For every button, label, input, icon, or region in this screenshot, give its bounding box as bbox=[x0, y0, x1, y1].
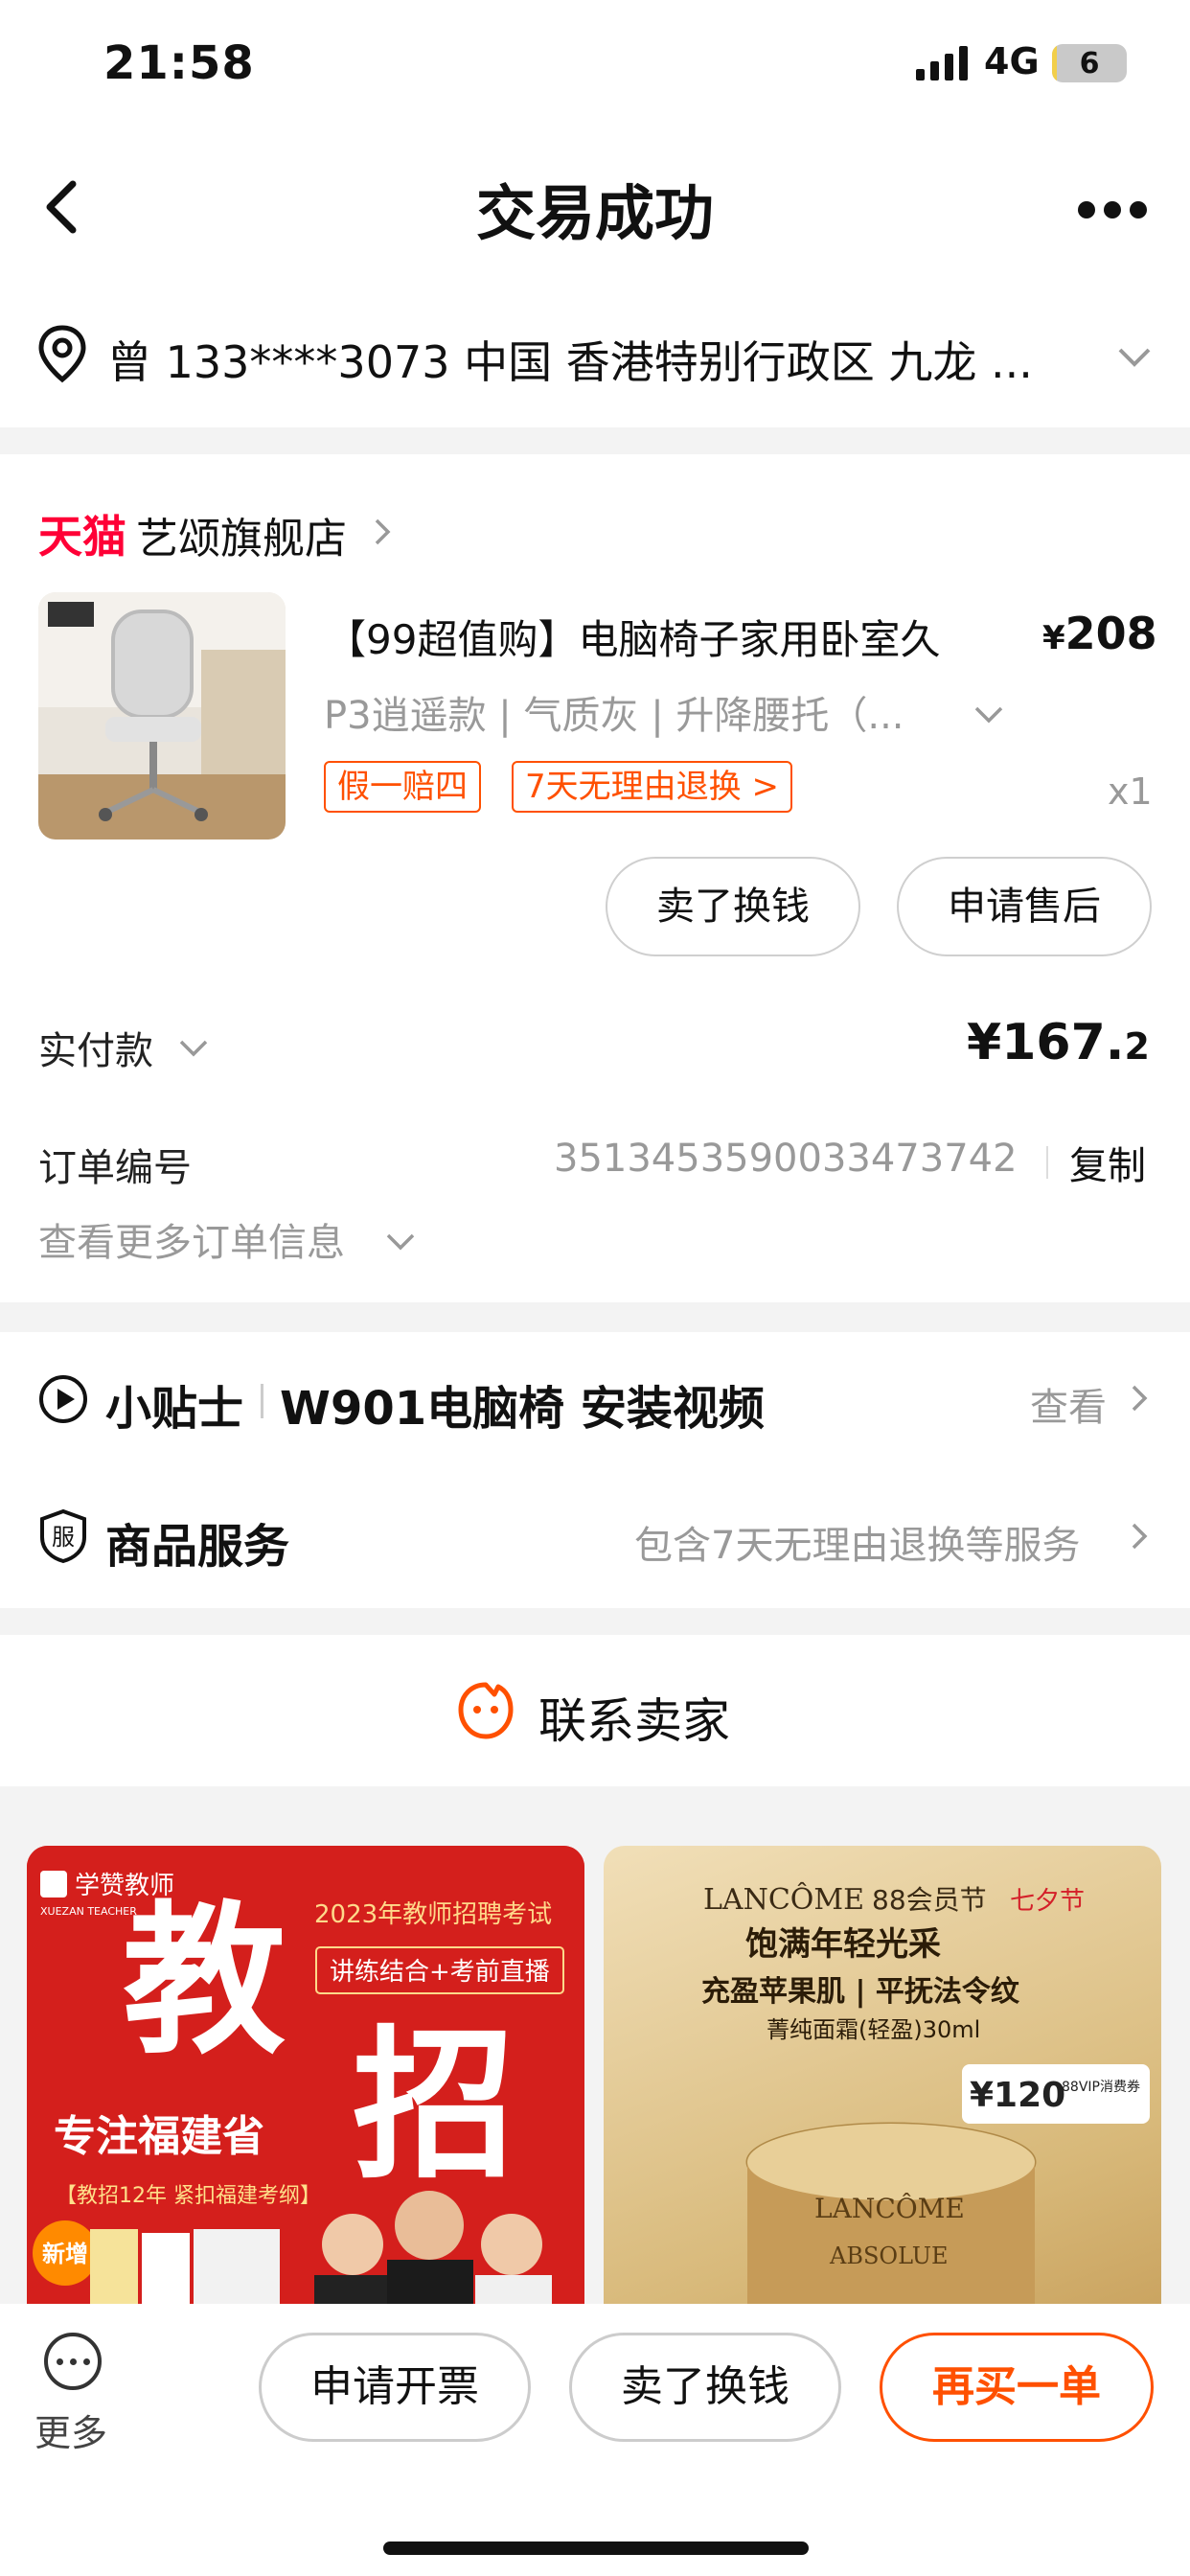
contact-seller-label: 联系卖家 bbox=[538, 1693, 730, 1749]
paid-amount-decimal: 2 bbox=[1124, 1025, 1150, 1068]
ad-card-lancome[interactable]: LANCÔME 88会员节 七夕节 饱满年轻光采 充盈苹果肌 | 平抚法令纹 菁… bbox=[604, 1846, 1161, 2325]
home-indicator bbox=[383, 2542, 809, 2555]
ad-lancome-line3: 菁纯面霜(轻盈)30ml bbox=[767, 2016, 980, 2043]
buy-again-button[interactable]: 再买一单 bbox=[880, 2333, 1154, 2442]
order-card: 天猫 艺颂旗舰店 【99超值购】电脑椅子家用卧室久 ¥208 P3逍遥款 | 气… bbox=[0, 454, 1190, 1302]
location-pin-icon bbox=[38, 325, 86, 383]
divider bbox=[261, 1384, 263, 1418]
seller-chat-icon bbox=[458, 1682, 514, 1739]
product-price: ¥208 bbox=[1042, 608, 1157, 659]
ad-lancome-event: 88会员节 bbox=[872, 1884, 987, 1916]
play-icon bbox=[39, 1375, 87, 1423]
sell-again-button[interactable]: 卖了换钱 bbox=[569, 2333, 841, 2442]
chevron-right-icon bbox=[1132, 1523, 1148, 1550]
chevron-right-icon bbox=[1132, 1385, 1148, 1412]
contact-seller-button[interactable]: 联系卖家 bbox=[0, 1635, 1190, 1786]
more-icon[interactable] bbox=[44, 2333, 102, 2390]
ad-lancome-jar-name: ABSOLUE bbox=[829, 2242, 948, 2269]
tips-label: 小贴士 bbox=[105, 1382, 244, 1436]
ad-big-char-2: 招 bbox=[353, 2010, 515, 2201]
address-text: 曾 133****3073 中国 香港特别行政区 九龙 ... bbox=[107, 336, 1033, 388]
network-type: 4G bbox=[984, 40, 1040, 82]
ad-lancome-coupon: ¥120 bbox=[970, 2076, 1065, 2115]
paid-currency: ¥ bbox=[967, 1014, 1002, 1071]
product-sku[interactable]: P3逍遥款 | 气质灰 | 升降腰托（... bbox=[324, 684, 904, 740]
view-tips-link[interactable]: 查看 bbox=[1030, 1376, 1107, 1432]
sell-button[interactable]: 卖了换钱 bbox=[606, 857, 860, 956]
chevron-down-icon bbox=[386, 1233, 415, 1251]
ad-card-teacher-exam[interactable]: 学赞教师 XUEZAN TEACHER 2023年教师招聘考试 讲练结合+考前直… bbox=[27, 1846, 584, 2325]
ad-lancome-coupon-note: 88VIP消费券 bbox=[1062, 2080, 1140, 2095]
order-number: 3513453590033473742 bbox=[554, 1137, 1018, 1181]
divider bbox=[1046, 1146, 1048, 1179]
ad-badge: 讲练结合+考前直播 bbox=[330, 1958, 550, 1987]
ad-lancome-line2: 充盈苹果肌 | 平抚法令纹 bbox=[701, 1975, 1020, 2009]
ad-lancome-line1: 饱满年轻光采 bbox=[745, 1925, 941, 1964]
product-thumbnail[interactable] bbox=[38, 592, 286, 840]
signal-icon bbox=[916, 46, 968, 80]
battery-level: 6 bbox=[1079, 47, 1100, 80]
ad-sub: 【教招12年 紧扣福建考纲】 bbox=[56, 2184, 321, 2208]
chevron-right-icon bbox=[375, 518, 391, 545]
tips-text[interactable]: W901电脑椅 安装视频 bbox=[280, 1370, 765, 1438]
copy-button[interactable]: 复制 bbox=[1069, 1135, 1146, 1190]
service-label: 商品服务 bbox=[105, 1520, 290, 1574]
after-sales-button[interactable]: 申请售后 bbox=[897, 857, 1152, 956]
more-label[interactable]: 更多 bbox=[34, 2404, 107, 2456]
ad-lancome-graphic: LANCÔME 88会员节 七夕节 饱满年轻光采 充盈苹果肌 | 平抚法令纹 菁… bbox=[701, 1882, 1150, 2325]
more-options-icon[interactable] bbox=[1077, 199, 1148, 220]
tag-7day-return[interactable]: 7天无理由退换 > bbox=[512, 761, 792, 813]
ad-focus: 专注福建省 bbox=[54, 2112, 264, 2161]
ad-new-badge: 新增 bbox=[42, 2241, 88, 2267]
ad-year-text: 2023年教师招聘考试 bbox=[314, 1900, 552, 1929]
ad-teacher-graphic: 学赞教师 XUEZAN TEACHER 2023年教师招聘考试 讲练结合+考前直… bbox=[27, 1846, 584, 2325]
chevron-down-icon bbox=[974, 706, 1003, 724]
more-order-info[interactable]: 查看更多订单信息 bbox=[38, 1211, 345, 1267]
ad-lancome-jar-brand: LANCÔME bbox=[814, 2192, 965, 2224]
price-value: 208 bbox=[1064, 608, 1157, 659]
service-shield-icon: 服 bbox=[40, 1508, 86, 1564]
invoice-button[interactable]: 申请开票 bbox=[259, 2333, 531, 2442]
price-currency: ¥ bbox=[1042, 619, 1065, 657]
chevron-down-icon bbox=[1118, 348, 1151, 367]
order-number-label: 订单编号 bbox=[38, 1146, 192, 1190]
battery-icon: 6 bbox=[1052, 44, 1127, 82]
svg-text:服: 服 bbox=[52, 1524, 75, 1551]
service-text[interactable]: 包含7天无理由退换等服务 bbox=[634, 1514, 1080, 1570]
tips-section: 小贴士 W901电脑椅 安装视频 查看 服 商品服务 包含7天无理由退换等服务 bbox=[0, 1332, 1190, 1608]
paid-amount-int: 167. bbox=[1001, 1014, 1125, 1071]
shipping-address[interactable]: 曾 133****3073 中国 香港特别行政区 九龙 ... bbox=[0, 288, 1190, 427]
page-title: 交易成功 bbox=[475, 178, 714, 248]
paid-label[interactable]: 实付款 bbox=[38, 1020, 153, 1075]
order-detail-page: 21:58 4G 6 交易成功 曾 133****3073 中国 香港特别行政区… bbox=[0, 0, 1190, 2576]
status-bar: 21:58 4G 6 bbox=[0, 0, 1190, 125]
ad-big-char-1: 教 bbox=[123, 1885, 286, 2077]
chevron-down-icon bbox=[179, 1040, 208, 1057]
bottom-action-bar: 更多 申请开票 卖了换钱 再买一单 bbox=[0, 2304, 1190, 2576]
status-time: 21:58 bbox=[103, 36, 255, 90]
product-quantity: x1 bbox=[1108, 770, 1153, 813]
store-name: 艺颂旗舰店 bbox=[136, 515, 347, 564]
ad-lancome-brand: LANCÔME bbox=[703, 1882, 864, 1917]
ad-lancome-festival: 七夕节 bbox=[1010, 1887, 1085, 1916]
tmall-logo: 天猫 bbox=[38, 511, 126, 563]
nav-bar: 交易成功 bbox=[0, 125, 1190, 288]
paid-amount: ¥167.2 bbox=[967, 1014, 1150, 1071]
tag-fake-compensation: 假一赔四 bbox=[324, 761, 481, 813]
product-title[interactable]: 【99超值购】电脑椅子家用卧室久 bbox=[326, 608, 940, 666]
